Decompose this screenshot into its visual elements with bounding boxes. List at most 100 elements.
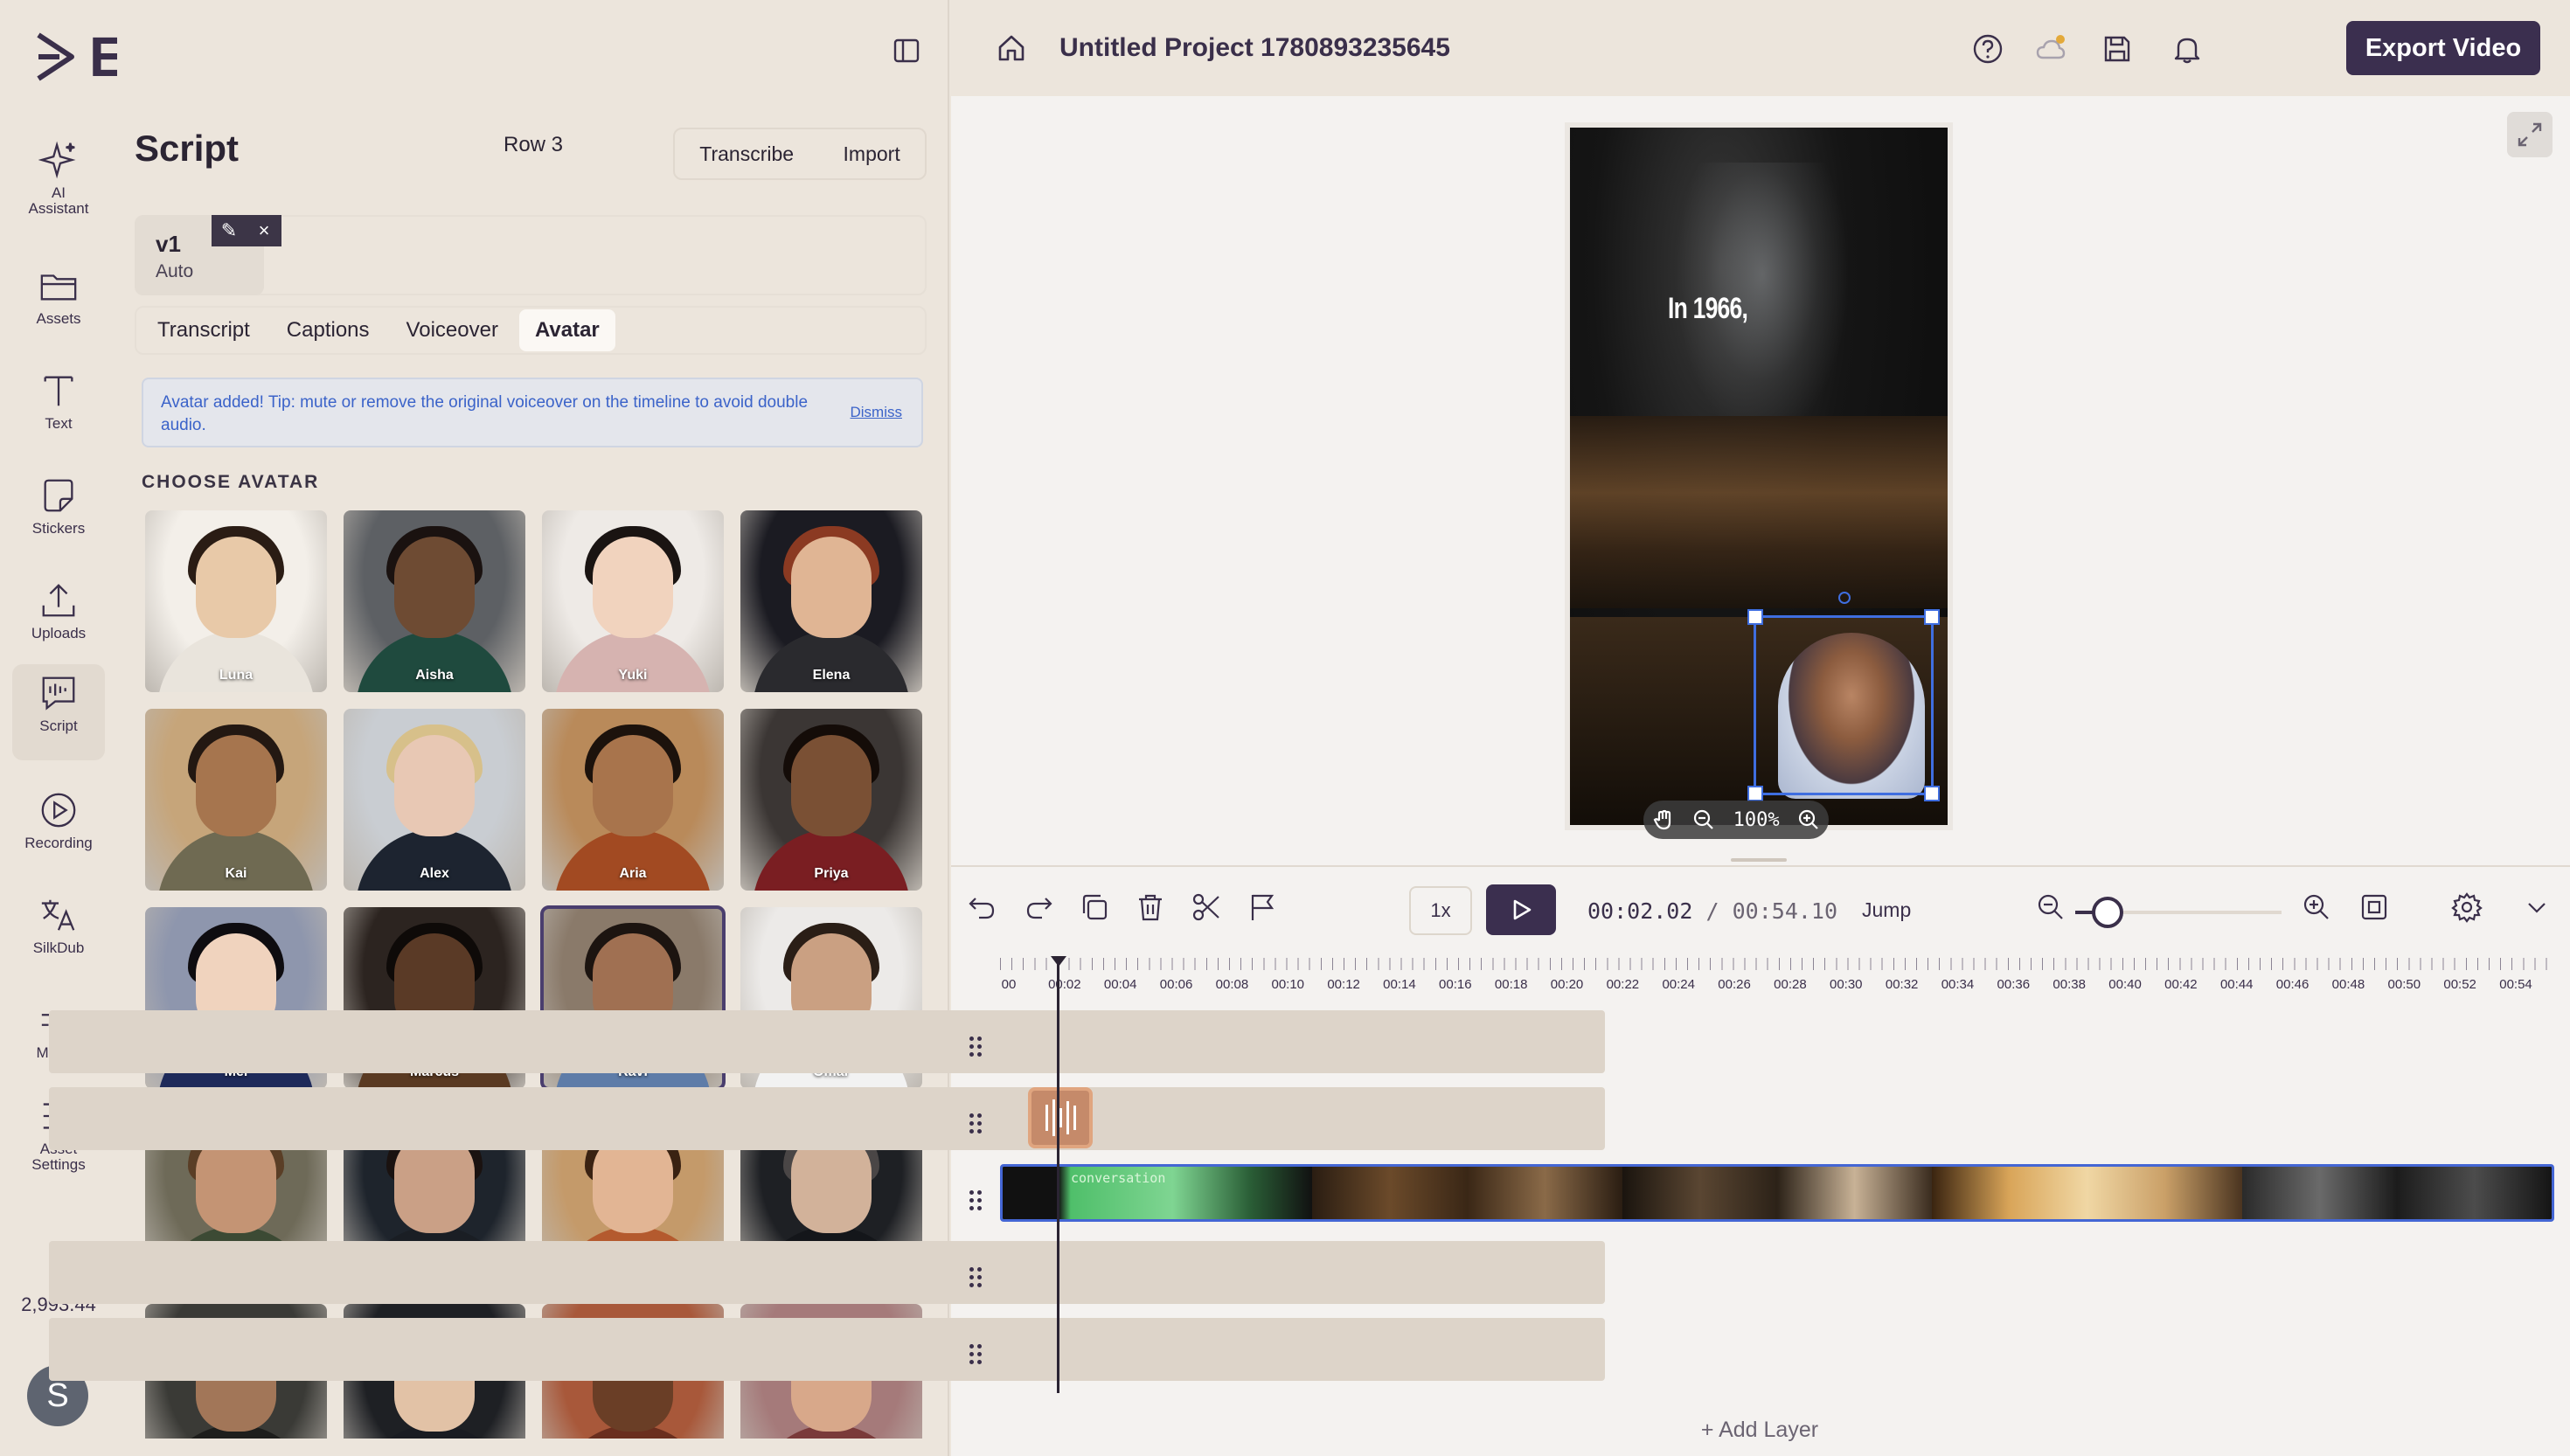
panel-title: Script	[135, 128, 240, 169]
zoom-out-icon	[2038, 894, 2063, 919]
rail-item-recording[interactable]: Recording	[12, 781, 105, 877]
version-card[interactable]: v1 Auto ✎ ×	[135, 215, 281, 295]
video-track[interactable]: conversation	[1000, 1164, 2554, 1222]
jump-button[interactable]: Jump	[1862, 898, 1911, 922]
record-icon	[41, 793, 76, 828]
import-button[interactable]: Import	[844, 142, 900, 166]
drag-handle-icon[interactable]	[965, 1190, 986, 1211]
canvas-area: In 1966, 100%	[951, 96, 2570, 865]
rail-item-text[interactable]: Text	[12, 362, 105, 458]
clip-books[interactable]	[1312, 1167, 1622, 1219]
edit-pencil-icon[interactable]: ✎	[212, 215, 247, 246]
grip-dot	[969, 1190, 974, 1195]
ruler-label: 00:32	[1885, 977, 1919, 992]
avatar-card[interactable]: Luna	[145, 510, 327, 692]
resize-handle-tr[interactable]	[1924, 609, 1940, 625]
avatar-card[interactable]: Aria	[542, 709, 724, 891]
track-row-1[interactable]	[49, 1010, 1605, 1073]
ruler-label: 00:28	[1774, 977, 1807, 992]
tab-captions[interactable]: Captions	[271, 309, 386, 351]
resize-handle-br[interactable]	[1924, 786, 1940, 801]
panel-resize-grip[interactable]	[1731, 858, 1787, 862]
clip-conversation[interactable]: conversation	[1003, 1167, 1313, 1219]
rail-item-uploads[interactable]: Uploads	[12, 572, 105, 668]
zoom-slider-knob[interactable]	[2091, 897, 2123, 928]
split-button[interactable]	[1191, 891, 1226, 926]
folder-icon	[40, 274, 77, 301]
duplicate-button[interactable]	[1079, 891, 1114, 926]
delete-button[interactable]	[1135, 891, 1170, 926]
ruler-label: 00:30	[1829, 977, 1863, 992]
cloud-sync-icon[interactable]	[2035, 33, 2066, 65]
marker-button[interactable]	[1247, 891, 1282, 926]
drag-handle-icon[interactable]	[965, 1113, 986, 1134]
timeline-ruler[interactable]: 00 00:02 00:04 00:06 00:08 00:10 00:12 00:14 00:…	[1000, 958, 2556, 993]
close-icon[interactable]: ×	[247, 215, 281, 246]
rail-item-silkdub[interactable]: SilkDub	[12, 886, 105, 982]
fit-timeline-button[interactable]	[2358, 891, 2393, 926]
rail-item-ai-assistant[interactable]: AI Assistant	[12, 131, 105, 227]
avatar-card[interactable]: Priya	[740, 709, 922, 891]
avatar-card[interactable]: Elena	[740, 510, 922, 692]
project-title[interactable]: Untitled Project 1780893235645	[1059, 33, 1450, 63]
tab-transcript[interactable]: Transcript	[142, 309, 266, 351]
export-video-button[interactable]: Export Video	[2346, 21, 2540, 75]
resize-handle-bl[interactable]	[1747, 786, 1763, 801]
zoom-in-icon[interactable]	[1797, 808, 1820, 831]
timeline-zoom-out[interactable]	[2035, 891, 2070, 926]
zoom-out-icon[interactable]	[1692, 808, 1715, 831]
undo-button[interactable]	[967, 891, 1002, 926]
audio-clip[interactable]	[1028, 1087, 1093, 1148]
avatar-name: Yuki	[618, 668, 648, 683]
dismiss-link[interactable]: Dismiss	[851, 404, 903, 421]
track-row-4[interactable]	[49, 1241, 1605, 1304]
drag-handle-icon[interactable]	[965, 1267, 986, 1288]
video-caption[interactable]: In 1966,	[1668, 292, 1748, 326]
play-button[interactable]	[1486, 884, 1556, 935]
timeline-zoom-slider[interactable]	[2075, 897, 2282, 928]
selection-box[interactable]	[1747, 592, 1940, 801]
timeline-settings-button[interactable]	[2451, 891, 2486, 926]
scissors-icon	[1192, 893, 1219, 921]
timeline-zoom-in[interactable]	[2301, 891, 2336, 926]
pan-hand-icon[interactable]	[1652, 808, 1675, 831]
playhead[interactable]	[1057, 958, 1059, 1393]
save-icon[interactable]	[2101, 33, 2133, 65]
track-row-2[interactable]	[49, 1087, 1605, 1150]
avatar-card[interactable]: Yuki	[542, 510, 724, 692]
rail-item-stickers[interactable]: Stickers	[12, 467, 105, 563]
bell-icon[interactable]	[2171, 33, 2203, 65]
tab-voiceover[interactable]: Voiceover	[391, 309, 514, 351]
rail-item-script[interactable]: Script	[12, 664, 105, 760]
help-icon[interactable]	[1972, 33, 2004, 65]
rail-item-assets[interactable]: Assets	[12, 257, 105, 353]
clip-smoke[interactable]	[2241, 1167, 2552, 1219]
undo-icon	[969, 898, 995, 919]
rotate-handle[interactable]	[1838, 592, 1851, 604]
avatar-card[interactable]: Aisha	[344, 510, 525, 692]
script-icon	[42, 676, 75, 711]
resize-handle-tl[interactable]	[1747, 609, 1763, 625]
expand-icon[interactable]	[2507, 112, 2553, 157]
add-layer-button[interactable]: + Add Layer	[949, 1418, 2570, 1443]
home-icon[interactable]	[997, 33, 1026, 63]
grip-dot	[977, 1352, 982, 1356]
top-header: Untitled Project 1780893235645 Export Vi…	[949, 0, 2570, 96]
clip-pen[interactable]	[1932, 1167, 2242, 1219]
clip-desk[interactable]	[1622, 1167, 1933, 1219]
rail-label: Assets	[36, 310, 81, 327]
sidebar-toggle-icon[interactable]	[893, 38, 920, 63]
tab-avatar[interactable]: Avatar	[518, 309, 615, 351]
transcribe-button[interactable]: Transcribe	[699, 142, 794, 166]
collapse-timeline-button[interactable]	[2521, 891, 2556, 926]
video-preview[interactable]: In 1966,	[1570, 128, 1948, 825]
playback-speed[interactable]: 1x	[1409, 886, 1472, 935]
drag-handle-icon[interactable]	[965, 1344, 986, 1365]
grip-dot	[977, 1190, 982, 1195]
track-row-5[interactable]	[49, 1318, 1605, 1381]
avatar-card[interactable]: Kai	[145, 709, 327, 891]
redo-button[interactable]	[1023, 891, 1058, 926]
ruler-label: 00	[1001, 977, 1017, 992]
avatar-card[interactable]: Alex	[344, 709, 525, 891]
drag-handle-icon[interactable]	[965, 1037, 986, 1057]
